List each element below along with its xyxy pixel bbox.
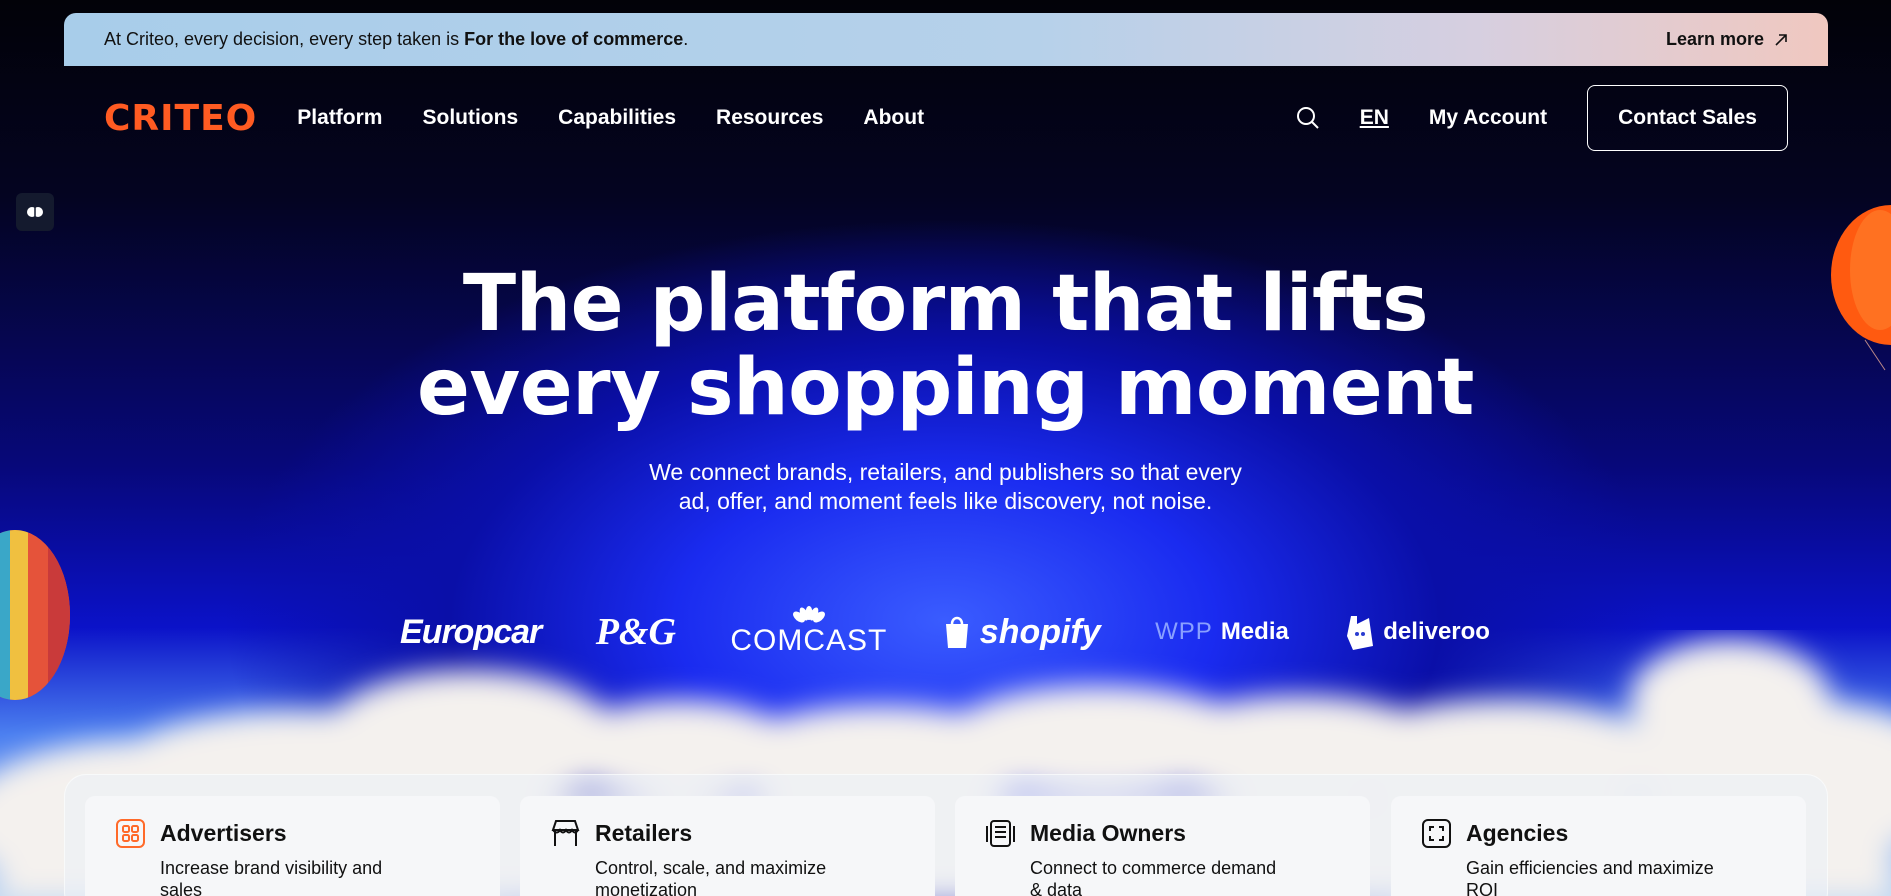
wpp-media-logo: WPP Media	[1155, 618, 1289, 646]
nav-link-solutions[interactable]: Solutions	[422, 106, 518, 130]
search-icon[interactable]	[1296, 106, 1320, 130]
comcast-logo: COMCAST	[730, 606, 887, 658]
learn-more-link[interactable]: Learn more	[1666, 29, 1788, 50]
card-media-owners[interactable]: Media Owners Connect to commerce demand …	[955, 796, 1370, 896]
card-header: Advertisers	[115, 818, 480, 849]
language-selector[interactable]: EN	[1360, 106, 1389, 130]
brain-icon	[27, 207, 43, 217]
card-description: Control, scale, and maximize monetizatio…	[595, 858, 827, 896]
card-title: Retailers	[595, 820, 693, 846]
kangaroo-icon	[1347, 616, 1374, 650]
card-header: Agencies	[1421, 818, 1786, 849]
wpp-logo-suffix: Media	[1220, 618, 1289, 645]
nav-links: Platform Solutions Capabilities Resource…	[297, 106, 924, 130]
deliveroo-logo: deliveroo	[1343, 614, 1490, 650]
hero-subtitle-line-1: We connect brands, retailers, and publis…	[649, 459, 1242, 485]
page: At Criteo, every decision, every step ta…	[0, 0, 1891, 896]
storefront-icon	[551, 820, 580, 846]
banner-message: At Criteo, every decision, every step ta…	[104, 29, 688, 50]
hot-air-balloon-left	[0, 530, 70, 700]
pg-logo: P&G	[596, 610, 676, 654]
card-description: Gain efficiencies and maximize ROI	[1466, 858, 1714, 896]
arrow-up-right-icon	[1775, 33, 1787, 46]
hero-subtitle: We connect brands, retailers, and publis…	[0, 458, 1891, 516]
card-title: Advertisers	[160, 820, 287, 846]
card-description: Increase brand visibility and sales	[160, 858, 383, 896]
hero-subtitle-line-2: ad, offer, and moment feels like discove…	[678, 488, 1213, 514]
wpp-logo-prefix: WPP	[1155, 618, 1213, 645]
card-title: Media Owners	[1030, 820, 1186, 846]
banner-emphasis: For the love of commerce	[464, 29, 684, 49]
contact-sales-button[interactable]: Contact Sales	[1587, 85, 1788, 151]
card-agencies[interactable]: Agencies Gain efficiencies and maximize …	[1391, 796, 1806, 896]
shopping-bag-icon	[945, 616, 968, 648]
main-nav: CRITEO Platform Solutions Capabilities R…	[104, 84, 1788, 152]
grid-icon	[116, 819, 145, 848]
europcar-logo: Europcar	[400, 612, 542, 652]
nav-link-platform[interactable]: Platform	[297, 106, 382, 130]
shopify-logo: shopify	[942, 613, 1101, 652]
criteo-logo[interactable]: CRITEO	[104, 98, 257, 139]
card-title: Agencies	[1466, 820, 1569, 846]
europcar-logo-text: Europcar	[400, 612, 542, 651]
card-retailers[interactable]: Retailers Control, scale, and maximize m…	[520, 796, 935, 896]
my-account-link[interactable]: My Account	[1429, 106, 1547, 130]
banner-period: .	[683, 29, 689, 49]
comcast-logo-text: COMCAST	[730, 624, 888, 657]
focus-frame-icon	[1422, 819, 1451, 848]
hero-title: The platform that lifts every shopping m…	[0, 262, 1891, 430]
client-logos: Europcar P&G COMCAST shopify WPP Media de…	[400, 602, 1490, 662]
nav-link-resources[interactable]: Resources	[716, 106, 823, 130]
card-header: Media Owners	[985, 818, 1350, 849]
hero-title-line-2: every shopping moment	[417, 343, 1474, 433]
card-header: Retailers	[550, 818, 915, 849]
announcement-banner: At Criteo, every decision, every step ta…	[64, 13, 1828, 66]
document-icon	[986, 820, 1015, 847]
nav-actions: EN My Account Contact Sales	[1296, 85, 1788, 151]
deliveroo-logo-text: deliveroo	[1383, 618, 1490, 645]
card-advertisers[interactable]: Advertisers Increase brand visibility an…	[85, 796, 500, 896]
learn-more-label: Learn more	[1665, 29, 1764, 49]
ai-assistant-button[interactable]	[16, 193, 54, 231]
card-description: Connect to commerce demand & data	[1030, 858, 1277, 896]
shopify-logo-text: shopify	[979, 612, 1101, 651]
banner-text: At Criteo, every decision, every step ta…	[104, 29, 465, 49]
nav-link-capabilities[interactable]: Capabilities	[558, 106, 676, 130]
peacock-icon	[792, 606, 825, 623]
nav-link-about[interactable]: About	[863, 106, 924, 130]
pg-logo-text: P&G	[595, 611, 676, 653]
hero-title-line-1: The platform that lifts	[462, 259, 1429, 349]
